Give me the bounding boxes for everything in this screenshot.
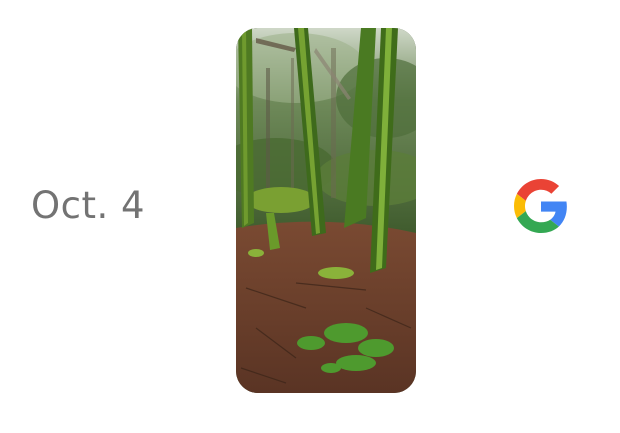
forest-wallpaper-image bbox=[236, 28, 416, 393]
google-g-icon bbox=[514, 179, 568, 233]
phone-screen bbox=[236, 28, 416, 393]
event-date: Oct. 4 bbox=[31, 184, 146, 227]
